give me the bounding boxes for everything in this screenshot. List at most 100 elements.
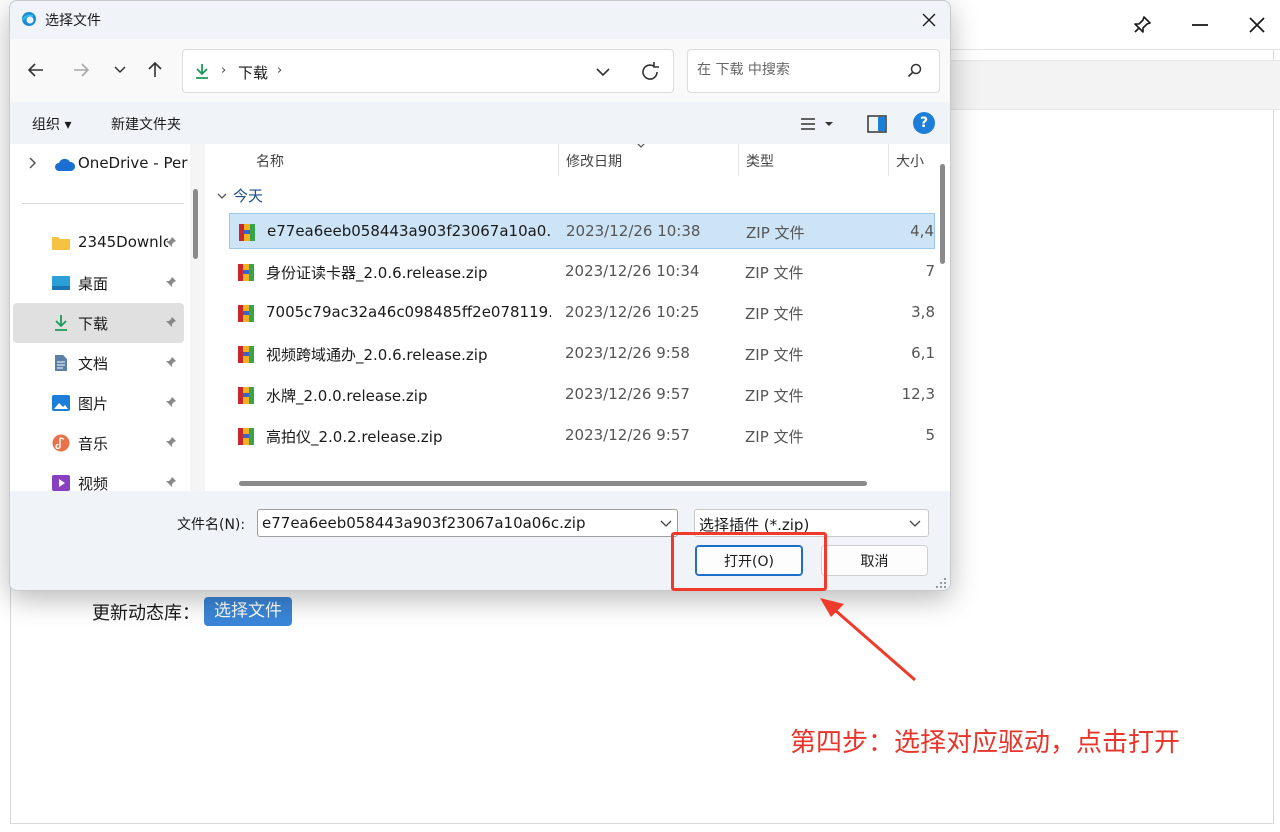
breadcrumb-separator: › [221,63,227,78]
dialog-titlebar: 选择文件 [10,1,950,39]
minimize-icon[interactable] [1185,10,1215,40]
sort-chevron-icon [637,144,645,148]
nav-pane-scrollbar[interactable] [190,144,204,491]
file-size: 12,3 [901,385,935,403]
file-type: ZIP 文件 [745,264,804,282]
chevron-down-icon[interactable] [105,55,135,85]
column-header-row: 名称 修改日期 类型 大小 [205,144,935,176]
forward-arrow-icon[interactable] [66,55,96,85]
choose-file-button[interactable]: 选择文件 [204,597,292,626]
preview-pane-icon[interactable] [866,113,888,135]
update-library-row: 更新动态库： 选择文件 [92,597,292,626]
resize-grip-icon[interactable] [935,577,947,589]
column-divider[interactable] [738,144,739,176]
music-icon [52,434,70,452]
file-row[interactable]: e77ea6eeb058443a903f23067a10a0... 2023/1… [229,213,935,249]
pin-icon[interactable] [1127,10,1157,40]
address-bar[interactable]: › 下载 › [182,49,674,93]
refresh-icon[interactable] [638,60,662,84]
pin-icon [166,277,176,287]
search-input[interactable] [697,62,897,78]
annotation-highlight-box [671,532,827,591]
command-bar: 组织 ▾ 新建文件夹 ? [10,102,950,144]
new-folder-button[interactable]: 新建文件夹 [111,114,181,134]
file-type: ZIP 文件 [745,387,804,405]
download-icon [55,315,67,331]
file-type: ZIP 文件 [746,224,805,242]
close-icon[interactable] [914,5,944,35]
file-date: 2023/12/26 9:57 [565,426,690,444]
chevron-right-icon[interactable] [27,156,39,170]
file-row[interactable]: 视频跨域通办_2.0.6.release.zip 2023/12/26 9:58… [229,336,935,372]
breadcrumb-downloads[interactable]: 下载 [238,62,268,83]
file-size: 5 [925,426,935,444]
nav-item-pictures[interactable]: 图片 [13,383,184,423]
nav-item-label: 桌面 [78,275,109,293]
chevron-down-icon[interactable] [659,516,673,530]
breadcrumb-separator[interactable]: › [277,63,282,78]
column-header-type[interactable]: 类型 [746,151,774,171]
nav-item-desktop[interactable]: 桌面 [13,263,184,303]
close-icon[interactable] [1242,10,1272,40]
vertical-scrollbar[interactable] [937,144,950,479]
file-row[interactable]: 水牌_2.0.0.release.zip 2023/12/26 9:57 ZIP… [229,377,935,413]
pin-icon [166,397,176,407]
nav-item-label: 图片 [78,395,109,413]
nav-item-documents[interactable]: 文档 [13,343,184,383]
nav-divider [22,203,184,204]
pin-icon [166,317,176,327]
file-name: 7005c79ac32a46c098485ff2e078119... [266,303,551,321]
nav-item-onedrive[interactable]: OneDrive - Per [13,144,188,184]
view-options-button[interactable] [800,113,840,135]
file-date: 2023/12/26 9:57 [565,385,690,403]
file-row[interactable]: 7005c79ac32a46c098485ff2e078119... 2023/… [229,295,935,331]
file-list-pane: 名称 修改日期 类型 大小 今天 e77ea6eeb058443a903f230… [205,144,950,491]
file-name: 水牌_2.0.0.release.zip [266,387,428,405]
folder-icon [52,237,70,250]
file-row[interactable]: 身份证读卡器_2.0.6.release.zip 2023/12/26 10:3… [229,254,935,290]
horizontal-scrollbar[interactable] [217,477,937,490]
file-size: 3,8 [911,303,935,321]
column-divider[interactable] [888,144,889,176]
nav-item-label: 文档 [78,355,109,373]
annotation-arrow [820,598,916,682]
scrollbar-thumb[interactable] [239,481,867,486]
navigation-pane: OneDrive - Per 2345Downlo 桌面 下载 文档 图片 音乐… [10,144,204,491]
file-size: 4,4 [910,222,934,240]
caret-down-icon [825,122,833,126]
group-label: 今天 [233,187,264,205]
scrollbar-thumb[interactable] [193,189,198,259]
nav-item-label: 视频 [78,475,109,491]
desktop-icon [52,276,70,290]
file-row[interactable]: 高拍仪_2.0.2.release.zip 2023/12/26 9:57 ZI… [229,418,935,454]
pin-icon [166,237,176,247]
zip-archive-icon [238,387,254,404]
annotation-step-text: 第四步：选择对应驱动，点击打开 [790,728,1181,758]
column-header-modified[interactable]: 修改日期 [566,151,622,171]
nav-item-music[interactable]: 音乐 [13,423,184,463]
up-arrow-icon[interactable] [140,55,170,85]
help-icon[interactable]: ? [913,112,935,134]
filename-label: 文件名(N): [177,517,246,533]
search-box[interactable] [687,49,940,93]
column-header-size[interactable]: 大小 [896,151,924,171]
zip-archive-icon [238,346,254,363]
chevron-down-icon[interactable] [593,62,613,82]
filename-value[interactable]: e77ea6eeb058443a903f23067a10a06c.zip [262,514,585,532]
file-date: 2023/12/26 10:38 [566,222,701,240]
organize-button[interactable]: 组织 ▾ [32,114,71,134]
column-divider[interactable] [558,144,559,176]
group-header-today[interactable]: 今天 [217,185,263,206]
scrollbar-thumb[interactable] [940,164,945,264]
nav-item-downloads[interactable]: 下载 [13,303,184,343]
nav-item-2345downloads[interactable]: 2345Downlo [13,223,184,263]
cancel-button[interactable]: 取消 [821,545,928,576]
file-type: ZIP 文件 [745,428,804,446]
pin-icon [166,357,176,367]
nav-item-videos[interactable]: 视频 [13,463,184,491]
back-arrow-icon[interactable] [21,55,51,85]
column-header-name[interactable]: 名称 [256,151,284,171]
nav-item-label: 下载 [78,315,109,333]
pictures-icon [52,395,70,411]
filename-input[interactable]: e77ea6eeb058443a903f23067a10a06c.zip [257,509,678,537]
